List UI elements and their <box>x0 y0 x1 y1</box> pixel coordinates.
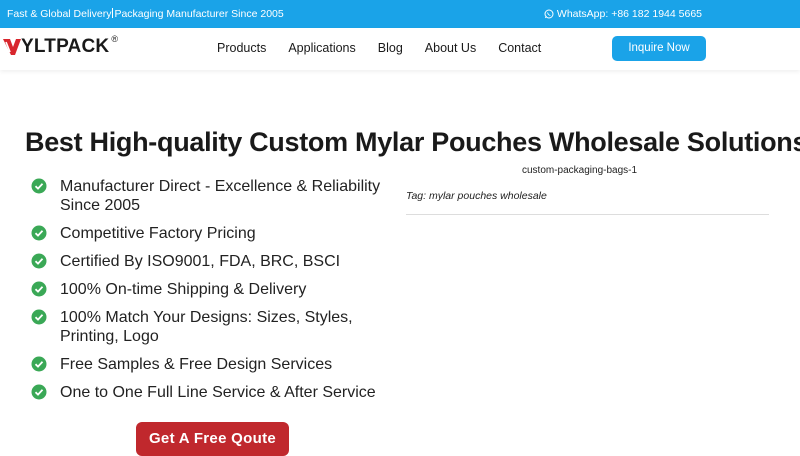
check-circle-icon <box>31 309 47 325</box>
check-circle-icon <box>31 253 47 269</box>
top-bar-tagline: Fast & Global Delivery Packaging Manufact… <box>7 8 284 20</box>
feature-item: 100% Match Your Designs: Sizes, Styles, … <box>31 308 401 346</box>
logo[interactable]: YLTPACK ® <box>2 34 118 58</box>
inquire-now-button[interactable]: Inquire Now <box>612 36 706 61</box>
main-nav: Products Applications Blog About Us Cont… <box>217 41 563 55</box>
whatsapp-number: WhatsApp: +86 182 1944 5665 <box>556 8 702 20</box>
check-circle-icon <box>31 225 47 241</box>
feature-item: 100% On-time Shipping & Delivery <box>31 280 401 299</box>
check-circle-icon <box>31 281 47 297</box>
page-title: Best High-quality Custom Mylar Pouches W… <box>25 127 800 157</box>
check-circle-icon <box>31 178 47 194</box>
divider <box>406 214 769 215</box>
feature-item: Free Samples & Free Design Services <box>31 355 401 374</box>
yltpack-logo-icon <box>3 39 21 55</box>
nav-item-contact[interactable]: Contact <box>498 41 541 55</box>
whatsapp-icon <box>544 9 554 19</box>
whatsapp-link[interactable]: WhatsApp: +86 182 1944 5665 <box>544 8 702 20</box>
feature-item: Certified By ISO9001, FDA, BRC, BSCI <box>31 252 401 271</box>
check-circle-icon <box>31 356 47 372</box>
feature-item: Manufacturer Direct - Excellence & Relia… <box>31 177 401 215</box>
feature-text: One to One Full Line Service & After Ser… <box>60 384 376 401</box>
nav-item-applications[interactable]: Applications <box>288 41 355 55</box>
feature-text: Manufacturer Direct - Excellence & Relia… <box>60 178 381 214</box>
feature-text: 100% Match Your Designs: Sizes, Styles, … <box>60 309 353 345</box>
logo-text: YLTPACK <box>21 36 110 57</box>
nav-item-about-us[interactable]: About Us <box>425 41 476 55</box>
image-caption: custom-packaging-bags-1 <box>522 165 638 176</box>
feature-item: One to One Full Line Service & After Ser… <box>31 383 401 402</box>
feature-text: 100% On-time Shipping & Delivery <box>60 281 307 298</box>
feature-list: Manufacturer Direct - Excellence & Relia… <box>31 177 401 411</box>
site-header: YLTPACK ® Products Applications Blog Abo… <box>0 28 800 70</box>
top-bar: Fast & Global Delivery Packaging Manufact… <box>0 0 800 28</box>
nav-item-products[interactable]: Products <box>217 41 266 55</box>
feature-text: Competitive Factory Pricing <box>60 225 256 242</box>
nav-item-blog[interactable]: Blog <box>378 41 403 55</box>
tag-link[interactable]: Tag: mylar pouches wholesale <box>406 190 547 202</box>
manufacturer-text: Packaging Manufacturer Since 2005 <box>114 8 284 20</box>
registered-mark: ® <box>111 34 118 44</box>
feature-item: Competitive Factory Pricing <box>31 224 401 243</box>
delivery-text: Fast & Global Delivery <box>7 8 112 20</box>
feature-text: Free Samples & Free Design Services <box>60 356 333 373</box>
check-circle-icon <box>31 384 47 400</box>
get-free-quote-button[interactable]: Get A Free Qoute <box>136 422 289 456</box>
feature-text: Certified By ISO9001, FDA, BRC, BSCI <box>60 253 341 270</box>
